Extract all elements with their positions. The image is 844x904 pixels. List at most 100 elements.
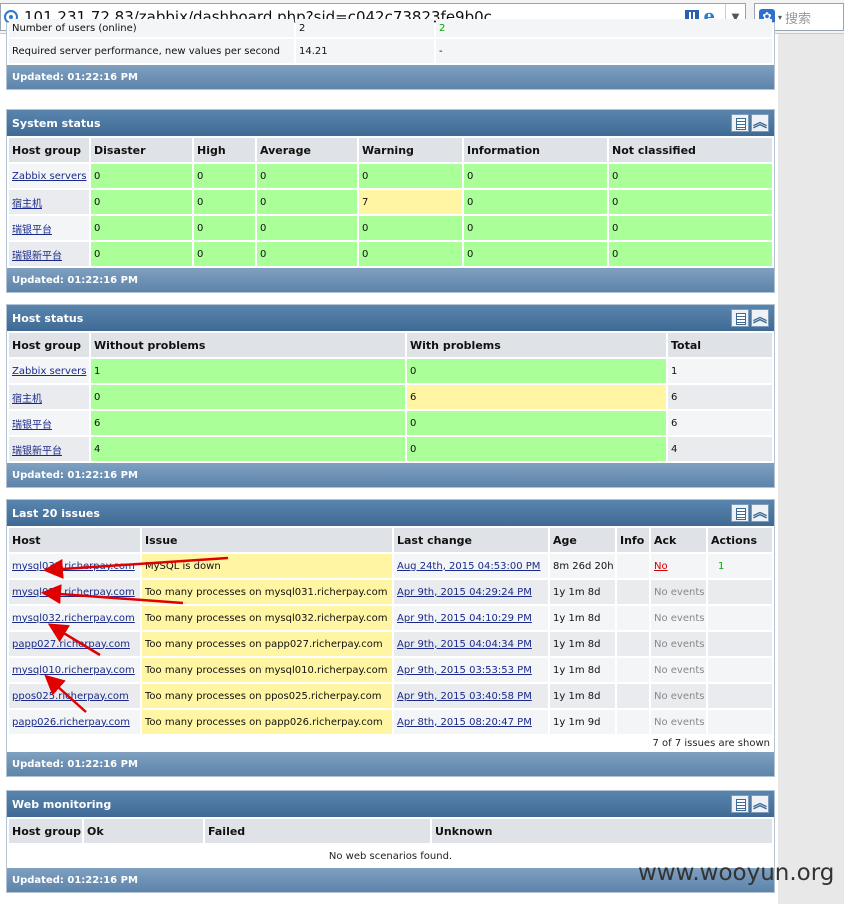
age-cell: 1y 1m 9d <box>550 710 615 734</box>
actions-cell <box>708 580 772 604</box>
table-row: 瑞银平台 0 0 0 0 0 0 <box>9 216 772 240</box>
ack-cell: No events <box>651 710 706 734</box>
host-group-link[interactable]: Zabbix servers <box>12 171 86 182</box>
cell: 0 <box>359 242 462 266</box>
collapse-icon[interactable] <box>751 114 769 132</box>
info-cell <box>617 554 649 578</box>
menu-icon[interactable] <box>731 309 749 327</box>
column-header: Info <box>617 528 649 552</box>
menu-icon[interactable] <box>731 114 749 132</box>
last-change-link[interactable]: Apr 9th, 2015 03:53:53 PM <box>397 665 532 676</box>
updated-footer: Updated: 01:22:16 PM <box>7 463 774 487</box>
collapse-icon[interactable] <box>751 504 769 522</box>
table-header-row: Host group Disaster High Average Warning… <box>9 138 772 162</box>
info-cell <box>617 710 649 734</box>
cell: 0 <box>407 359 666 383</box>
updated-footer: Updated: 01:22:16 PM <box>7 65 774 89</box>
host-link[interactable]: ppos025.richerpay.com <box>12 691 129 702</box>
host-link[interactable]: papp027.richerpay.com <box>12 639 130 650</box>
host-link[interactable]: mysql032.richerpay.com <box>12 613 135 624</box>
info-label: Number of users (online) <box>9 19 294 37</box>
updated-footer: Updated: 01:22:16 PM <box>7 268 774 292</box>
host-group-link[interactable]: Zabbix servers <box>12 366 86 377</box>
column-header: Host group <box>9 819 82 843</box>
cell: 0 <box>609 190 772 214</box>
last-change-link[interactable]: Apr 9th, 2015 04:29:24 PM <box>397 587 532 598</box>
info-cell <box>617 658 649 682</box>
host-group-link[interactable]: 宿主机 <box>12 394 42 405</box>
cell: 0 <box>257 190 357 214</box>
issue-cell: Too many processes on mysql010.richerpay… <box>142 658 392 682</box>
cell: 0 <box>609 216 772 240</box>
cell: 0 <box>359 216 462 240</box>
table-row: mysql033.richerpay.com MySQL is down Aug… <box>9 554 772 578</box>
right-background <box>778 34 844 904</box>
host-group-link[interactable]: 瑞银新平台 <box>12 446 62 457</box>
cell: 1 <box>668 359 772 383</box>
column-header: Warning <box>359 138 462 162</box>
host-group-link[interactable]: 瑞银平台 <box>12 420 52 431</box>
host-link[interactable]: mysql031.richerpay.com <box>12 587 135 598</box>
cell: 6 <box>91 411 405 435</box>
ack-cell: No events <box>651 632 706 656</box>
info-cell <box>617 632 649 656</box>
cell: 0 <box>194 242 255 266</box>
column-header: Disaster <box>91 138 192 162</box>
ack-link[interactable]: No <box>654 561 668 572</box>
widget-title: Last 20 issues <box>12 506 100 520</box>
column-header: Without problems <box>91 333 405 357</box>
cell: 0 <box>257 216 357 240</box>
updated-footer: Updated: 01:22:16 PM <box>7 752 774 776</box>
actions-cell <box>708 606 772 630</box>
host-link[interactable]: mysql010.richerpay.com <box>12 665 135 676</box>
actions-cell[interactable]: 1 <box>708 554 772 578</box>
last-change-link[interactable]: Aug 24th, 2015 04:53:00 PM <box>397 561 540 572</box>
collapse-icon[interactable] <box>751 795 769 813</box>
cell: 0 <box>407 437 666 461</box>
watermark-text: www.wooyun.org <box>638 860 835 886</box>
cell: 0 <box>91 190 192 214</box>
collapse-icon[interactable] <box>751 309 769 327</box>
age-cell: 1y 1m 8d <box>550 684 615 708</box>
menu-icon[interactable] <box>731 795 749 813</box>
host-link[interactable]: mysql033.richerpay.com <box>12 561 135 572</box>
table-row: Required server performance, new values … <box>9 39 772 63</box>
search-engine-dropdown-icon[interactable]: ▾ <box>778 13 782 22</box>
issue-cell: Too many processes on mysql031.richerpay… <box>142 580 392 604</box>
issue-cell: MySQL is down <box>142 554 392 578</box>
host-group-link[interactable]: 瑞银平台 <box>12 225 52 236</box>
table-header-row: Host group Without problems With problem… <box>9 333 772 357</box>
actions-cell <box>708 658 772 682</box>
widget-header: Web monitoring <box>7 791 774 817</box>
last-change-link[interactable]: Apr 8th, 2015 08:20:47 PM <box>397 717 532 728</box>
last-change-link[interactable]: Apr 9th, 2015 03:40:58 PM <box>397 691 532 702</box>
age-cell: 1y 1m 8d <box>550 632 615 656</box>
search-placeholder[interactable]: 搜索 <box>785 8 811 27</box>
ack-cell: No events <box>651 684 706 708</box>
server-info-widget: Number of users (online) 2 2 Required se… <box>6 19 775 90</box>
host-group-link[interactable]: 瑞银新平台 <box>12 251 62 262</box>
actions-cell <box>708 632 772 656</box>
column-header: Host group <box>9 138 89 162</box>
host-group-link[interactable]: 宿主机 <box>12 199 42 210</box>
column-header: Not classified <box>609 138 772 162</box>
column-header: With problems <box>407 333 666 357</box>
table-row: papp026.richerpay.com Too many processes… <box>9 710 772 734</box>
cell: 0 <box>91 385 405 409</box>
column-header: Host group <box>9 333 89 357</box>
menu-icon[interactable] <box>731 504 749 522</box>
column-header: Host <box>9 528 140 552</box>
issue-cell: Too many processes on papp026.richerpay.… <box>142 710 392 734</box>
host-link[interactable]: papp026.richerpay.com <box>12 717 130 728</box>
last-change-link[interactable]: Apr 9th, 2015 04:10:29 PM <box>397 613 532 624</box>
cell: 4 <box>668 437 772 461</box>
warning-cell: 6 <box>407 385 666 409</box>
widget-title: Web monitoring <box>12 797 112 811</box>
cell: 0 <box>91 242 192 266</box>
cell: 0 <box>609 242 772 266</box>
system-status-widget: System status Host group Disaster High A… <box>6 109 775 293</box>
info-cell <box>617 606 649 630</box>
last-change-link[interactable]: Apr 9th, 2015 04:04:34 PM <box>397 639 532 650</box>
table-row: mysql032.richerpay.com Too many processe… <box>9 606 772 630</box>
column-header: Average <box>257 138 357 162</box>
